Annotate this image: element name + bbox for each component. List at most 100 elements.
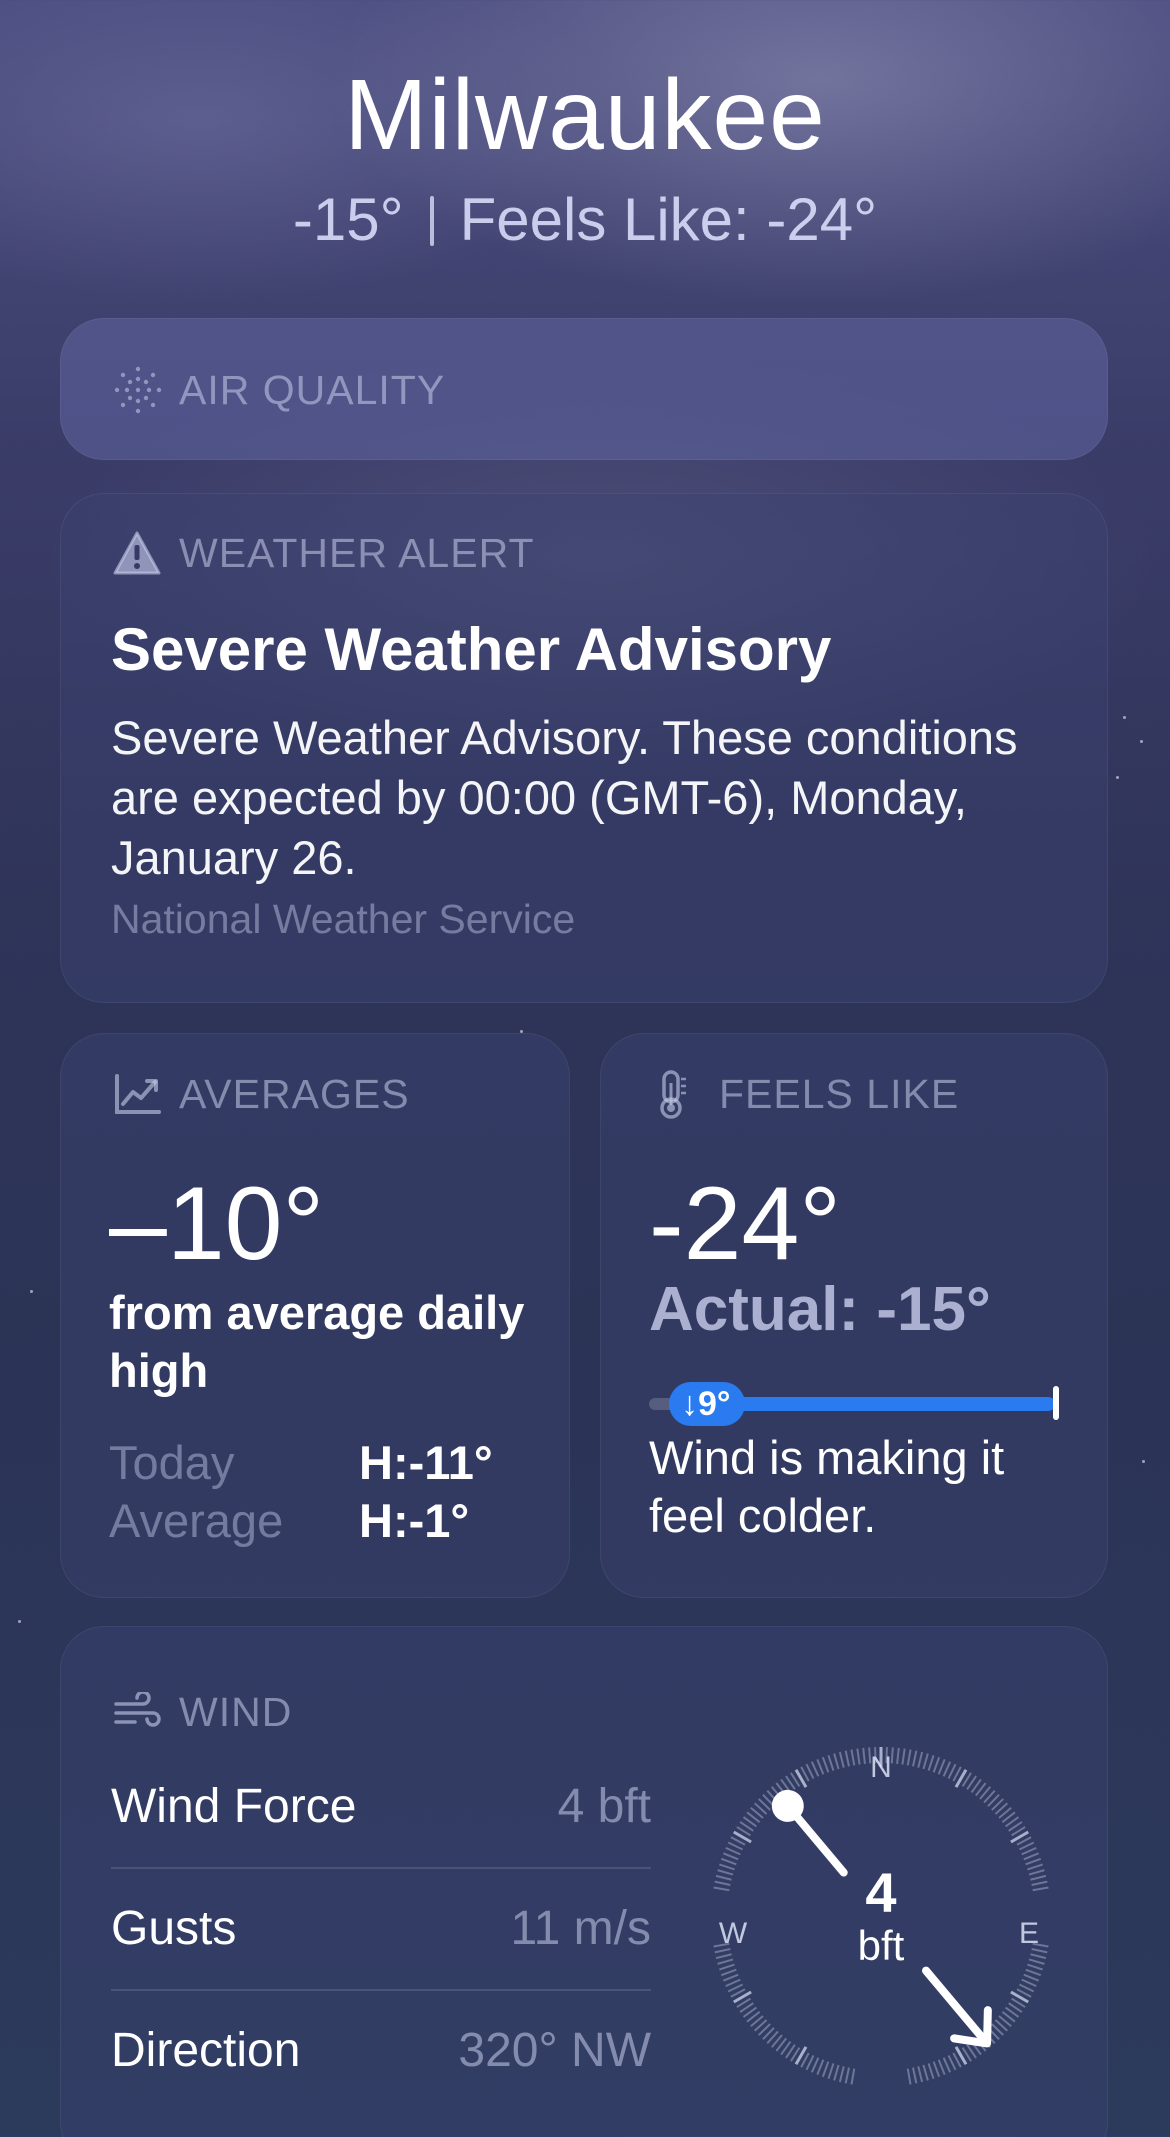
wind-header: WIND — [113, 1687, 292, 1737]
averages-row-today: Today H:-11° — [109, 1434, 529, 1492]
compass-tick — [838, 2066, 845, 2083]
wind-row-force: Wind Force 4 bft — [111, 1747, 651, 1869]
compass-tick — [1023, 1852, 1039, 1861]
compass-tick — [810, 2057, 820, 2073]
wind-row-label: Direction — [111, 2024, 301, 2077]
air-quality-header: AIR QUALITY — [113, 365, 445, 415]
averages-row-value: H:-11° — [359, 1436, 493, 1489]
thermometer-icon — [653, 1069, 707, 1119]
feels-like-gauge: ↓9° — [649, 1382, 1059, 1426]
wind-card[interactable]: WIND Wind Force 4 bft Gusts 11 m/s Direc… — [60, 1626, 1108, 2137]
star — [1116, 776, 1119, 779]
alert-description: Severe Weather Advisory. These condition… — [111, 711, 1018, 884]
city-name: Milwaukee — [344, 59, 826, 171]
compass-tick — [1025, 1857, 1042, 1866]
compass-tick — [723, 1852, 739, 1861]
feels-like-value: -24° — [649, 1166, 841, 1282]
wind-icon — [113, 1687, 167, 1737]
compass-tick — [1025, 1968, 1042, 1977]
averages-row-value: H:-1° — [359, 1494, 470, 1547]
star — [1123, 716, 1126, 719]
feels-like-description: Wind is making it feel colder. — [649, 1431, 1005, 1542]
star — [1140, 740, 1143, 743]
actual-temperature: Actual: -15° — [649, 1275, 991, 1344]
air-quality-card[interactable]: AIR QUALITY — [60, 318, 1108, 460]
wind-row-direction: Direction 320° NW — [111, 1991, 651, 2113]
wind-row-value: 4 bft — [557, 1780, 651, 1833]
compass-tick — [821, 2061, 830, 2078]
averages-row-label: Average — [109, 1494, 284, 1547]
compass-tick — [906, 2068, 912, 2085]
gauge-end-marker — [1053, 1386, 1059, 1420]
compass-tick — [896, 1747, 900, 1764]
compass-tick — [720, 1968, 737, 1977]
compass-value: 4 — [865, 1861, 897, 1924]
compass-tick — [1018, 1983, 1035, 1993]
compass-tick — [942, 2057, 952, 2073]
compass-tick — [912, 1750, 918, 1767]
weather-alert-title-label: WEATHER ALERT — [179, 530, 535, 576]
wind-row-value: 320° NW — [458, 2024, 651, 2077]
compass-tick — [850, 1749, 856, 1766]
weather-alert-card[interactable]: WEATHER ALERT Severe Weather Advisory Se… — [60, 493, 1108, 1003]
compass-tick — [723, 1973, 739, 1982]
compass-tick — [1021, 1978, 1037, 1988]
compass-tick — [912, 2067, 918, 2084]
feels-like-title: FEELS LIKE — [719, 1071, 960, 1117]
compass-tick — [922, 2064, 929, 2081]
compass-tick — [816, 1759, 825, 1775]
compass-tick — [725, 1978, 741, 1988]
compass-tick — [727, 1841, 744, 1851]
compass-label-n: N — [870, 1751, 892, 1784]
alert-source: National Weather Service — [111, 896, 576, 942]
compass-tick — [901, 1748, 906, 1765]
compass-tick — [922, 1753, 929, 1770]
averages-title: AVERAGES — [179, 1071, 410, 1117]
averages-card[interactable]: AVERAGES –10° from average daily high To… — [60, 1033, 570, 1598]
compass-tick — [838, 1751, 845, 1768]
wind-row-gusts: Gusts 11 m/s — [111, 1869, 651, 1991]
compass-tick — [1023, 1973, 1039, 1982]
compass-tick — [917, 1751, 924, 1768]
compass-tick — [833, 1753, 840, 1770]
compass-tick — [862, 1747, 866, 1764]
star — [1142, 1460, 1145, 1463]
star — [30, 1290, 33, 1293]
averages-caption: from average daily high — [109, 1286, 525, 1397]
compass-tick — [942, 1761, 952, 1777]
compass-tick — [827, 1755, 835, 1771]
warning-triangle-icon — [113, 528, 167, 578]
feels-like-header: FEELS LIKE — [653, 1069, 959, 1119]
wind-row-label: Wind Force — [111, 1780, 357, 1833]
compass-tick — [725, 1846, 741, 1856]
dotted-circle-icon — [113, 365, 167, 415]
compass-tick — [906, 1749, 912, 1766]
compass-tick — [947, 2054, 957, 2071]
compass-tick — [720, 1857, 737, 1866]
compass-tick — [917, 2066, 924, 2083]
compass-tick — [890, 1747, 894, 1764]
feels-like-card[interactable]: FEELS LIKE -24° Actual: -15° ↓9° Wind is… — [600, 1033, 1108, 1598]
difference-badge: ↓9° — [669, 1382, 745, 1426]
compass-tick — [937, 1759, 946, 1775]
wind-title: WIND — [179, 1689, 293, 1735]
current-conditions: -15° Feels Like: -24° — [0, 185, 1170, 255]
alert-title: Severe Weather Advisory — [111, 616, 832, 683]
air-quality-title: AIR QUALITY — [179, 367, 446, 413]
compass-tick — [810, 1761, 820, 1777]
compass-tick — [1021, 1846, 1037, 1856]
compass-tick — [856, 1748, 861, 1765]
compass-tick — [932, 1756, 941, 1773]
compass-tick — [844, 1750, 850, 1767]
compass-tick — [833, 2064, 840, 2081]
compass-tick — [937, 2059, 946, 2075]
compass-tick — [844, 2067, 850, 2084]
chart-line-icon — [113, 1069, 167, 1119]
compass-tick — [805, 2054, 815, 2071]
compass-tick — [850, 2068, 856, 2085]
compass-tick — [927, 2063, 935, 2079]
compass-tick — [816, 2059, 825, 2075]
compass-tick — [932, 2061, 941, 2078]
separator — [429, 196, 434, 246]
compass-tick — [727, 1983, 744, 1993]
